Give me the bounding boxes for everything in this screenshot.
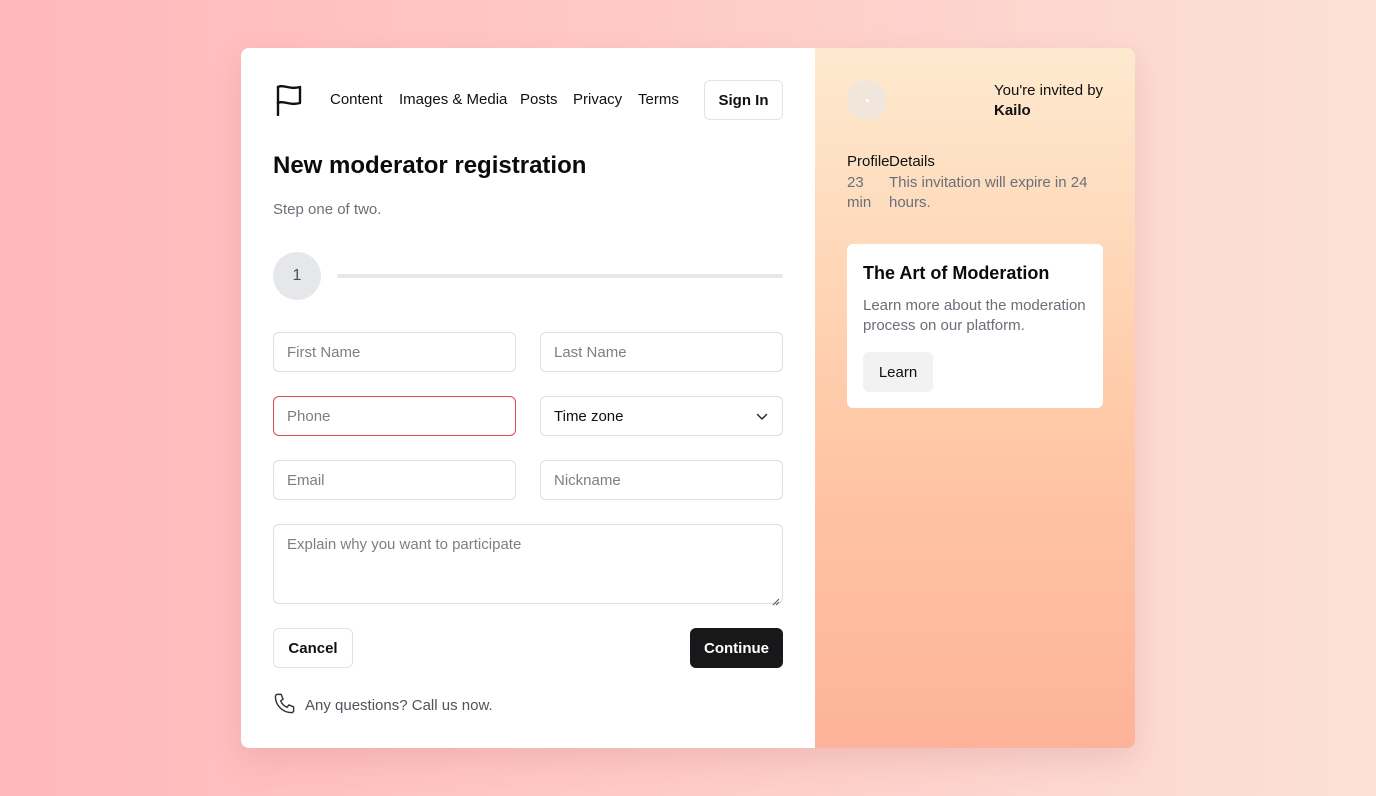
reason-placeholder: Explain why you want to participate	[287, 536, 522, 553]
step-indicator: 1	[273, 252, 321, 300]
step-progress-bar	[337, 274, 783, 278]
help-text: Any questions? Call us now.	[305, 697, 493, 714]
info-card-title: The Art of Moderation	[863, 263, 1050, 283]
expiry-time-value: 23	[847, 174, 864, 191]
page-title: New moderator registration	[273, 152, 587, 179]
first-name-input[interactable]: First Name	[273, 332, 516, 372]
expiry-text-line2: hours.	[889, 194, 931, 211]
form-panel: Content Images & Media Posts Privacy Ter…	[241, 48, 815, 748]
learn-button[interactable]: Learn	[863, 352, 933, 392]
moderation-info-card: The Art of Moderation Learn more about t…	[847, 244, 1103, 408]
chevron-down-icon	[756, 408, 768, 425]
inviter-name: Kailo	[994, 102, 1031, 119]
flag-icon[interactable]	[275, 84, 303, 117]
expiry-text: This invitation will expire in 24 hours.	[889, 173, 1087, 213]
cancel-button[interactable]: Cancel	[273, 628, 353, 668]
resize-handle-icon[interactable]	[772, 593, 780, 606]
nickname-input[interactable]: Nickname	[540, 460, 783, 500]
invited-by-label: You're invited by	[994, 82, 1104, 99]
sign-in-button[interactable]: Sign In	[704, 80, 783, 120]
nav-posts[interactable]: Posts	[520, 91, 558, 108]
last-name-input[interactable]: Last Name	[540, 332, 783, 372]
time-zone-value: Time zone	[554, 407, 624, 425]
avatar	[847, 80, 887, 120]
registration-card: Content Images & Media Posts Privacy Ter…	[241, 48, 1135, 748]
help-line[interactable]: Any questions? Call us now.	[273, 692, 493, 719]
info-card-text: Learn more about the moderation process …	[863, 297, 1086, 334]
phone-input[interactable]: Phone	[273, 396, 516, 436]
email-input[interactable]: Email	[273, 460, 516, 500]
expiry-text-line1: This invitation will expire in 24	[889, 174, 1088, 191]
nav-terms[interactable]: Terms	[638, 91, 679, 108]
time-zone-select[interactable]: Time zone	[540, 396, 783, 436]
invite-panel: You're invited by Kailo Profile Details …	[815, 48, 1135, 748]
phone-icon	[273, 692, 296, 719]
nav-content[interactable]: Content	[330, 91, 383, 108]
page-subtitle: Step one of two.	[273, 201, 382, 218]
nav-images-media[interactable]: Images & Media	[399, 91, 507, 108]
invited-by: You're invited by Kailo	[994, 81, 1103, 121]
nav-privacy[interactable]: Privacy	[573, 91, 622, 108]
continue-button[interactable]: Continue	[690, 628, 783, 668]
expiry-time: 23 min	[847, 173, 871, 213]
details-details-heading: Details	[889, 153, 935, 170]
expiry-time-unit: min	[847, 194, 872, 211]
reason-textarea[interactable]: Explain why you want to participate	[273, 524, 783, 606]
details-profile-heading: Profile	[847, 153, 890, 170]
